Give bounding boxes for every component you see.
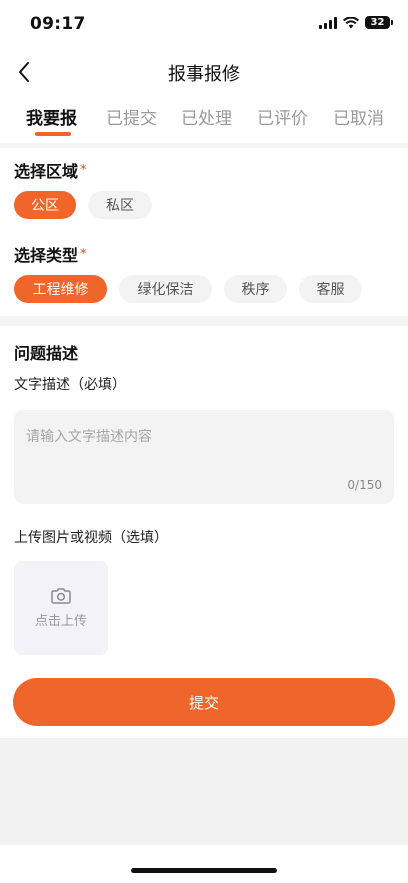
- type-option-engineering[interactable]: 工程维修: [14, 275, 107, 303]
- battery-icon: 32: [365, 16, 393, 29]
- tab-processed[interactable]: 已处理: [181, 104, 232, 129]
- home-indicator: [131, 868, 277, 873]
- submit-button[interactable]: 提交: [13, 678, 395, 726]
- area-option-public[interactable]: 公区: [14, 191, 76, 219]
- tab-cancelled[interactable]: 已取消: [333, 104, 384, 129]
- type-option-cleaning[interactable]: 绿化保洁: [119, 275, 212, 303]
- nav-bar: 报事报修: [0, 50, 408, 94]
- text-description-input[interactable]: [14, 410, 394, 482]
- page-title: 报事报修: [168, 64, 240, 85]
- status-bar: 09:17 32: [0, 0, 408, 50]
- required-mark: *: [80, 247, 87, 262]
- tabs-divider: [0, 143, 408, 148]
- status-icons: 32: [319, 16, 393, 29]
- page-background: [0, 738, 408, 845]
- area-option-private[interactable]: 私区: [88, 191, 152, 219]
- camera-icon: [51, 588, 71, 604]
- required-mark: *: [80, 163, 87, 178]
- battery-level: 32: [370, 17, 385, 28]
- area-section-title: 选择区域 *: [14, 158, 87, 182]
- upload-text: 点击上传: [34, 614, 87, 629]
- char-counter: 0/150: [347, 478, 382, 492]
- problem-section-title: 问题描述: [14, 344, 79, 363]
- section-divider: [0, 316, 408, 326]
- upload-label: 上传图片或视频（选填）: [14, 530, 168, 546]
- status-time: 09:17: [30, 14, 86, 34]
- tab-report[interactable]: 我要报: [26, 104, 77, 129]
- tab-evaluated[interactable]: 已评价: [257, 104, 308, 129]
- type-option-service[interactable]: 客服: [299, 275, 362, 303]
- active-tab-indicator: [35, 132, 71, 136]
- wifi-icon: [343, 16, 359, 28]
- type-section-title: 选择类型 *: [14, 242, 87, 266]
- text-description-label: 文字描述（必填）: [14, 377, 126, 393]
- status-tabs: 我要报 已提交 已处理 已评价 已取消: [0, 96, 408, 140]
- area-title-text: 选择区域: [14, 162, 79, 181]
- type-option-order[interactable]: 秩序: [224, 275, 287, 303]
- upload-button[interactable]: 点击上传: [14, 561, 108, 655]
- tab-submitted[interactable]: 已提交: [106, 104, 157, 129]
- cellular-signal-icon: [319, 16, 337, 29]
- text-description-box: 0/150: [14, 410, 394, 504]
- type-title-text: 选择类型: [14, 246, 79, 265]
